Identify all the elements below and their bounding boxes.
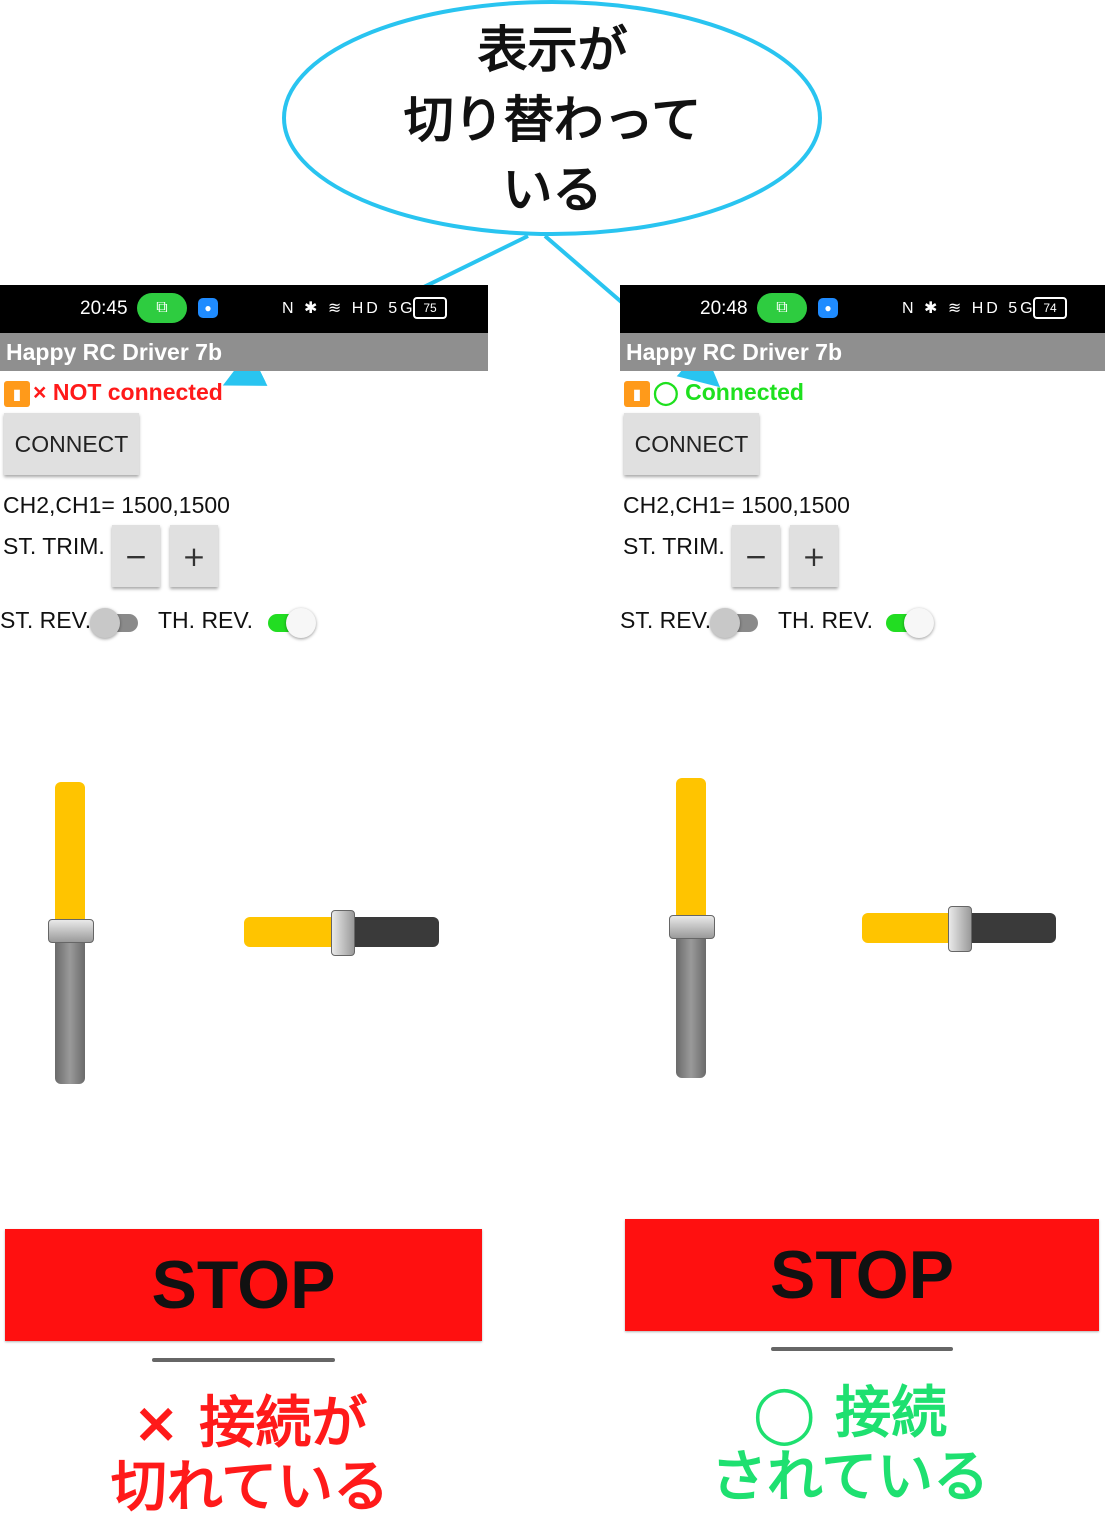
connection-status-text: Connected — [685, 379, 804, 405]
status-bar: 20:45 ⧉ ● N ✱ ≋ HD 5G 75 — [0, 285, 488, 333]
stop-button[interactable]: STOP — [5, 1229, 482, 1341]
trim-minus-button[interactable]: − — [732, 525, 780, 587]
channel-values: CH2,CH1= 1500,1500 — [3, 492, 230, 518]
nav-gesture-bar[interactable] — [771, 1347, 953, 1351]
throttle-reverse-toggle[interactable] — [264, 605, 318, 639]
connection-status: ▮ × NOT connected — [4, 377, 223, 407]
signal-icon: ▮ — [624, 380, 650, 407]
connect-button[interactable]: CONNECT — [4, 413, 139, 475]
status-icons: N ✱ ≋ HD 5G — [902, 300, 1036, 317]
connect-button[interactable]: CONNECT — [624, 413, 759, 475]
app-notification-icon: ● — [818, 298, 838, 318]
connection-status: ▮ ◯ Connected — [624, 377, 804, 407]
connection-status-icon: × — [33, 379, 47, 405]
caption-connected-line-1: ◯ 接続 — [752, 1381, 948, 1446]
steering-reverse-toggle[interactable] — [708, 605, 762, 639]
nav-gesture-bar[interactable] — [152, 1358, 335, 1362]
caption-disconnected-line-2: 切れている — [110, 1455, 390, 1520]
stop-button[interactable]: STOP — [625, 1219, 1099, 1331]
steering-slider[interactable] — [244, 910, 439, 956]
connection-status-text: NOT connected — [52, 379, 223, 405]
connection-status-icon: ◯ — [653, 379, 679, 405]
caption-disconnected-line-1: × 接続が — [132, 1391, 368, 1456]
phone-screen-connected: 20:48 ⧉ ● N ✱ ≋ HD 5G 74 Happy RC Driver… — [620, 285, 1105, 1385]
throttle-slider-handle[interactable] — [669, 915, 715, 939]
app-notification-icon: ● — [198, 298, 218, 318]
callout-line-2: 切り替わって — [403, 91, 702, 149]
battery-icon: 74 — [1033, 297, 1067, 319]
steering-trim-label: ST. TRIM. — [3, 533, 105, 559]
battery-icon: 75 — [413, 297, 447, 319]
callout-line-1: 表示が — [477, 21, 628, 79]
status-icons: N ✱ ≋ HD 5G — [282, 300, 416, 317]
cast-icon: ⧉ — [137, 293, 187, 323]
steering-reverse-toggle[interactable] — [88, 605, 142, 639]
status-bar: 20:48 ⧉ ● N ✱ ≋ HD 5G 74 — [620, 285, 1105, 333]
cast-icon: ⧉ — [757, 293, 807, 323]
phone-screen-disconnected: 20:45 ⧉ ● N ✱ ≋ HD 5G 75 Happy RC Driver… — [0, 285, 488, 1385]
trim-plus-button[interactable]: + — [790, 525, 838, 587]
steering-slider-handle[interactable] — [948, 906, 972, 952]
channel-values: CH2,CH1= 1500,1500 — [623, 492, 850, 518]
signal-icon: ▮ — [4, 380, 30, 407]
throttle-reverse-toggle[interactable] — [882, 605, 936, 639]
throttle-slider[interactable] — [669, 778, 715, 1078]
app-title: Happy RC Driver 7b — [620, 333, 1105, 371]
steering-slider[interactable] — [862, 906, 1056, 952]
callout-line-3: いる — [502, 161, 603, 219]
trim-plus-button[interactable]: + — [170, 525, 218, 587]
throttle-reverse-label: TH. REV. — [158, 607, 254, 633]
trim-minus-button[interactable]: − — [112, 525, 160, 587]
steering-slider-handle[interactable] — [331, 910, 355, 956]
throttle-reverse-label: TH. REV. — [778, 607, 874, 633]
steering-reverse-label: ST. REV. — [620, 607, 712, 633]
steering-trim-label: ST. TRIM. — [623, 533, 725, 559]
status-time: 20:48 — [700, 298, 748, 319]
app-title: Happy RC Driver 7b — [0, 333, 488, 371]
throttle-slider-handle[interactable] — [48, 919, 94, 943]
throttle-slider[interactable] — [48, 782, 94, 1084]
status-time: 20:45 — [80, 298, 128, 319]
caption-connected-line-2: されている — [710, 1445, 990, 1510]
steering-reverse-label: ST. REV. — [0, 607, 92, 633]
